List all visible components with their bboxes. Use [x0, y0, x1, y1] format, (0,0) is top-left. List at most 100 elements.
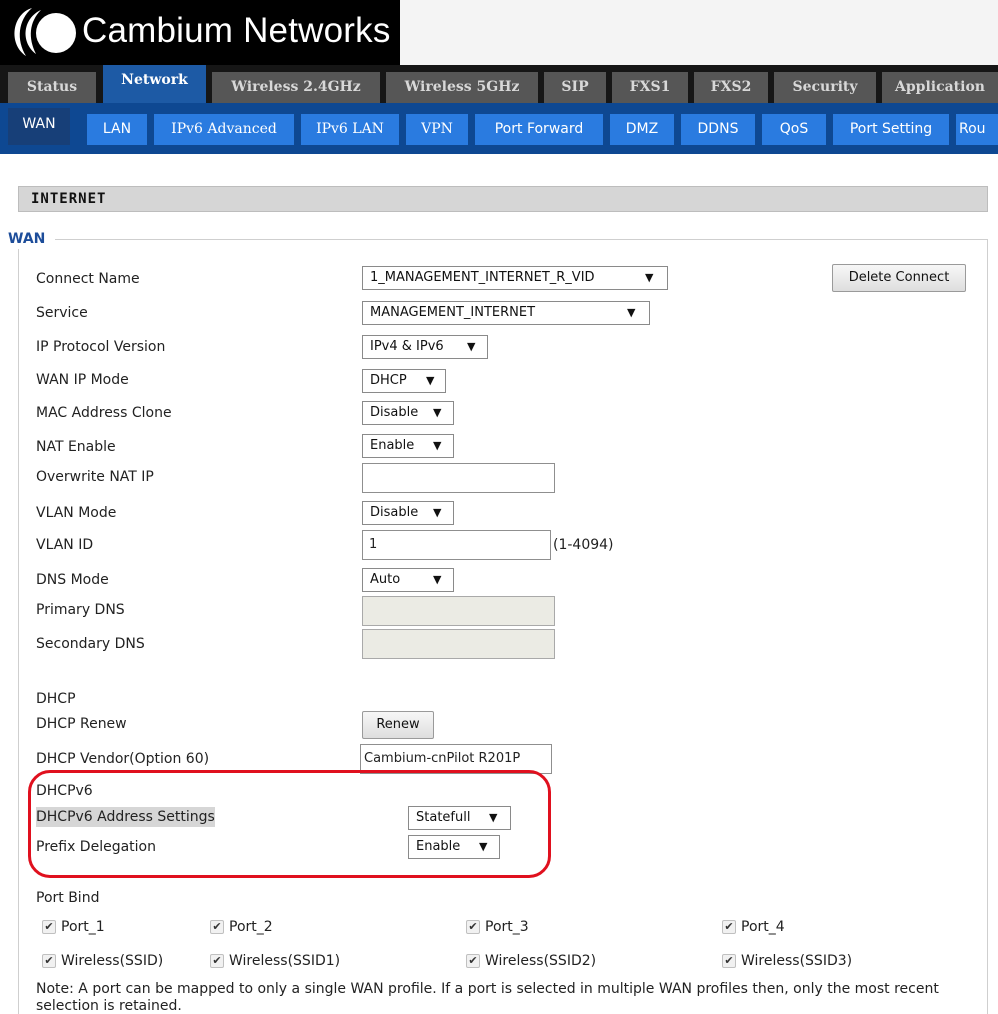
port-3-checkbox[interactable]: ✔ Port_3: [466, 917, 529, 937]
dns-mode-select[interactable]: Auto ▼: [362, 568, 454, 592]
primary-dns-label: Primary DNS: [36, 602, 125, 618]
tab-fxs2[interactable]: FXS2: [694, 72, 768, 103]
ip-protocol-label: IP Protocol Version: [36, 339, 166, 355]
wireless-ssid-label: Wireless(SSID): [61, 953, 164, 969]
overwrite-nat-ip-label: Overwrite NAT IP: [36, 469, 154, 485]
checkbox-checked-icon: ✔: [42, 920, 56, 934]
subtab-wan[interactable]: WAN: [8, 108, 70, 145]
subtab-vpn[interactable]: VPN: [406, 114, 468, 145]
dhcp-renew-label: DHCP Renew: [36, 716, 127, 732]
wireless-ssid3-label: Wireless(SSID3): [741, 953, 853, 969]
checkbox-checked-icon: ✔: [210, 954, 224, 968]
vlan-mode-label: VLAN Mode: [36, 505, 117, 521]
wireless-ssid3-checkbox[interactable]: ✔ Wireless(SSID3): [722, 951, 852, 971]
tab-sip[interactable]: SIP: [544, 72, 606, 103]
mac-clone-select[interactable]: Disable ▼: [362, 401, 454, 425]
overwrite-nat-ip-input[interactable]: [362, 463, 555, 493]
subtab-ipv6-advanced[interactable]: IPv6 Advanced: [154, 114, 294, 145]
service-select[interactable]: MANAGEMENT_INTERNET ▼: [362, 301, 650, 325]
dhcpv6-highlight-annotation: [28, 770, 551, 878]
connect-name-select[interactable]: 1_MANAGEMENT_INTERNET_R_VID ▼: [362, 266, 668, 290]
port-1-label: Port_1: [61, 919, 105, 935]
wireless-ssid2-checkbox[interactable]: ✔ Wireless(SSID2): [466, 951, 596, 971]
wireless-ssid2-label: Wireless(SSID2): [485, 953, 597, 969]
renew-button[interactable]: Renew: [362, 711, 434, 739]
tab-application[interactable]: Application: [882, 72, 998, 103]
dropdown-arrow-icon: ▼: [426, 374, 435, 387]
dhcp-heading: DHCP: [36, 691, 76, 707]
wireless-ssid1-label: Wireless(SSID1): [229, 953, 341, 969]
port-bind-heading: Port Bind: [36, 890, 100, 906]
tab-network[interactable]: Network: [103, 65, 206, 103]
vlan-id-label: VLAN ID: [36, 537, 94, 553]
main-nav: Status Network Wireless 2.4GHz Wireless …: [0, 65, 998, 103]
dropdown-arrow-icon: ▼: [467, 340, 476, 353]
subtab-routing-partial[interactable]: Rou: [956, 114, 998, 145]
delete-connect-button[interactable]: Delete Connect: [832, 264, 966, 292]
subtab-dmz[interactable]: DMZ: [610, 114, 674, 145]
vlan-mode-value: Disable: [370, 505, 419, 520]
service-label: Service: [36, 305, 88, 321]
wireless-ssid-checkbox[interactable]: ✔ Wireless(SSID): [42, 951, 163, 971]
vlan-id-input[interactable]: 1: [362, 530, 551, 560]
nat-enable-select[interactable]: Enable ▼: [362, 434, 454, 458]
section-title: INTERNET: [18, 186, 988, 212]
dropdown-arrow-icon: ▼: [645, 271, 654, 284]
wireless-ssid1-checkbox[interactable]: ✔ Wireless(SSID1): [210, 951, 340, 971]
service-value: MANAGEMENT_INTERNET: [370, 305, 536, 320]
dropdown-arrow-icon: ▼: [627, 306, 636, 319]
top-header: Cambium Networks: [0, 0, 998, 65]
ip-protocol-select[interactable]: IPv4 & IPv6 ▼: [362, 335, 488, 359]
brand-logo: Cambium Networks: [0, 0, 400, 65]
tab-status[interactable]: Status: [8, 72, 96, 103]
checkbox-checked-icon: ✔: [722, 920, 736, 934]
checkbox-checked-icon: ✔: [722, 954, 736, 968]
nat-enable-label: NAT Enable: [36, 439, 116, 455]
tab-wireless-24ghz[interactable]: Wireless 2.4GHz: [212, 72, 380, 103]
port-2-checkbox[interactable]: ✔ Port_2: [210, 917, 273, 937]
subtab-port-forward[interactable]: Port Forward: [475, 114, 603, 145]
secondary-dns-input[interactable]: [362, 629, 555, 659]
connect-name-value: 1_MANAGEMENT_INTERNET_R_VID: [370, 270, 595, 285]
mac-clone-value: Disable: [370, 405, 419, 420]
sub-nav: WAN LAN IPv6 Advanced IPv6 LAN VPN Port …: [0, 103, 998, 154]
dns-mode-value: Auto: [370, 572, 401, 587]
port-4-label: Port_4: [741, 919, 785, 935]
wan-ip-mode-value: DHCP: [370, 373, 407, 388]
dhcp-vendor-label: DHCP Vendor(Option 60): [36, 751, 210, 767]
wan-ip-mode-label: WAN IP Mode: [36, 372, 129, 388]
subtab-ddns[interactable]: DDNS: [681, 114, 755, 145]
port-1-checkbox[interactable]: ✔ Port_1: [42, 917, 105, 937]
secondary-dns-label: Secondary DNS: [36, 636, 145, 652]
connect-name-label: Connect Name: [36, 271, 140, 287]
dropdown-arrow-icon: ▼: [433, 406, 442, 419]
vlan-mode-select[interactable]: Disable ▼: [362, 501, 454, 525]
dropdown-arrow-icon: ▼: [433, 573, 442, 586]
tab-security[interactable]: Security: [774, 72, 876, 103]
checkbox-checked-icon: ✔: [466, 920, 480, 934]
cambium-logo-icon: [14, 8, 76, 56]
primary-dns-input[interactable]: [362, 596, 555, 626]
dns-mode-label: DNS Mode: [36, 572, 109, 588]
subtab-port-setting[interactable]: Port Setting: [833, 114, 949, 145]
port-2-label: Port_2: [229, 919, 273, 935]
nat-enable-value: Enable: [370, 438, 415, 453]
port-bind-note: Note: A port can be mapped to only a sin…: [36, 981, 939, 1014]
checkbox-checked-icon: ✔: [466, 954, 480, 968]
ip-protocol-value: IPv4 & IPv6: [370, 339, 444, 354]
subtab-qos[interactable]: QoS: [762, 114, 826, 145]
port-3-label: Port_3: [485, 919, 529, 935]
wan-ip-mode-select[interactable]: DHCP ▼: [362, 369, 446, 393]
vlan-id-range-hint: (1-4094): [553, 537, 614, 553]
dropdown-arrow-icon: ▼: [433, 506, 442, 519]
checkbox-checked-icon: ✔: [210, 920, 224, 934]
brand-name: Cambium Networks: [82, 11, 391, 50]
tab-wireless-5ghz[interactable]: Wireless 5GHz: [386, 72, 538, 103]
tab-fxs1[interactable]: FXS1: [612, 72, 688, 103]
subtab-ipv6-lan[interactable]: IPv6 LAN: [301, 114, 399, 145]
subtab-lan[interactable]: LAN: [87, 114, 147, 145]
port-4-checkbox[interactable]: ✔ Port_4: [722, 917, 785, 937]
mac-clone-label: MAC Address Clone: [36, 405, 172, 421]
dropdown-arrow-icon: ▼: [433, 439, 442, 452]
wan-legend: WAN: [8, 229, 56, 249]
